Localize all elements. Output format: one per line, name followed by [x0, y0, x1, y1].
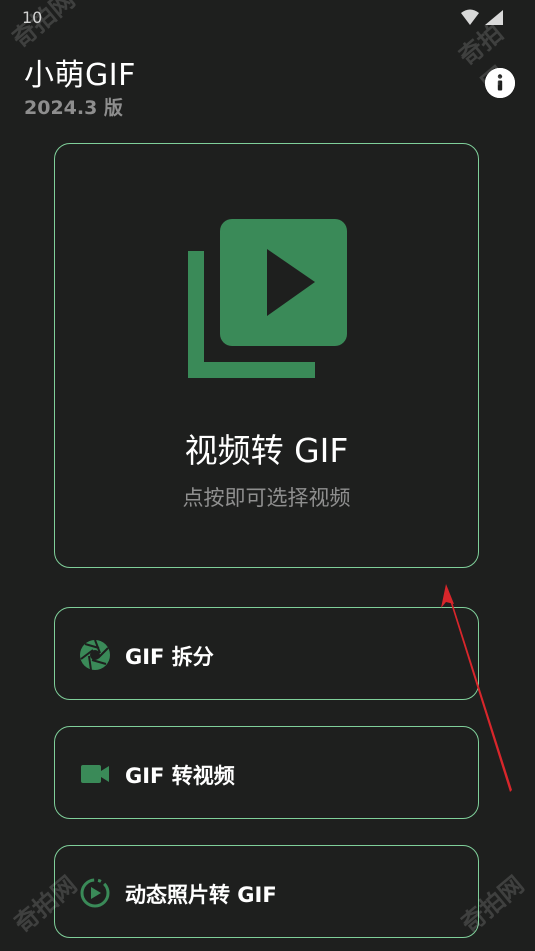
option-label: GIF 拆分	[125, 645, 214, 669]
option-label: GIF 转视频	[125, 764, 235, 788]
main-card-subtitle: 点按即可选择视频	[182, 486, 351, 510]
video-camera-icon	[81, 765, 109, 783]
app-screen: 10 小萌GIF 2024.3 版 视频转 GIF 点按即可选择视频 GIF 拆…	[0, 0, 535, 951]
app-version: 2024.3 版	[24, 97, 123, 119]
gif-split-button[interactable]: GIF 拆分	[54, 607, 479, 700]
main-card-title: 视频转 GIF	[184, 431, 349, 470]
aperture-icon	[80, 639, 110, 671]
app-title: 小萌GIF	[24, 58, 136, 93]
video-to-gif-card[interactable]: 视频转 GIF 点按即可选择视频	[54, 143, 479, 568]
option-label: 动态照片转 GIF	[125, 883, 277, 907]
live-photo-to-gif-button[interactable]: 动态照片转 GIF	[54, 845, 479, 938]
status-bar: 10	[0, 0, 535, 36]
gif-to-video-button[interactable]: GIF 转视频	[54, 726, 479, 819]
live-photo-icon	[80, 878, 110, 908]
video-library-icon	[188, 219, 347, 378]
